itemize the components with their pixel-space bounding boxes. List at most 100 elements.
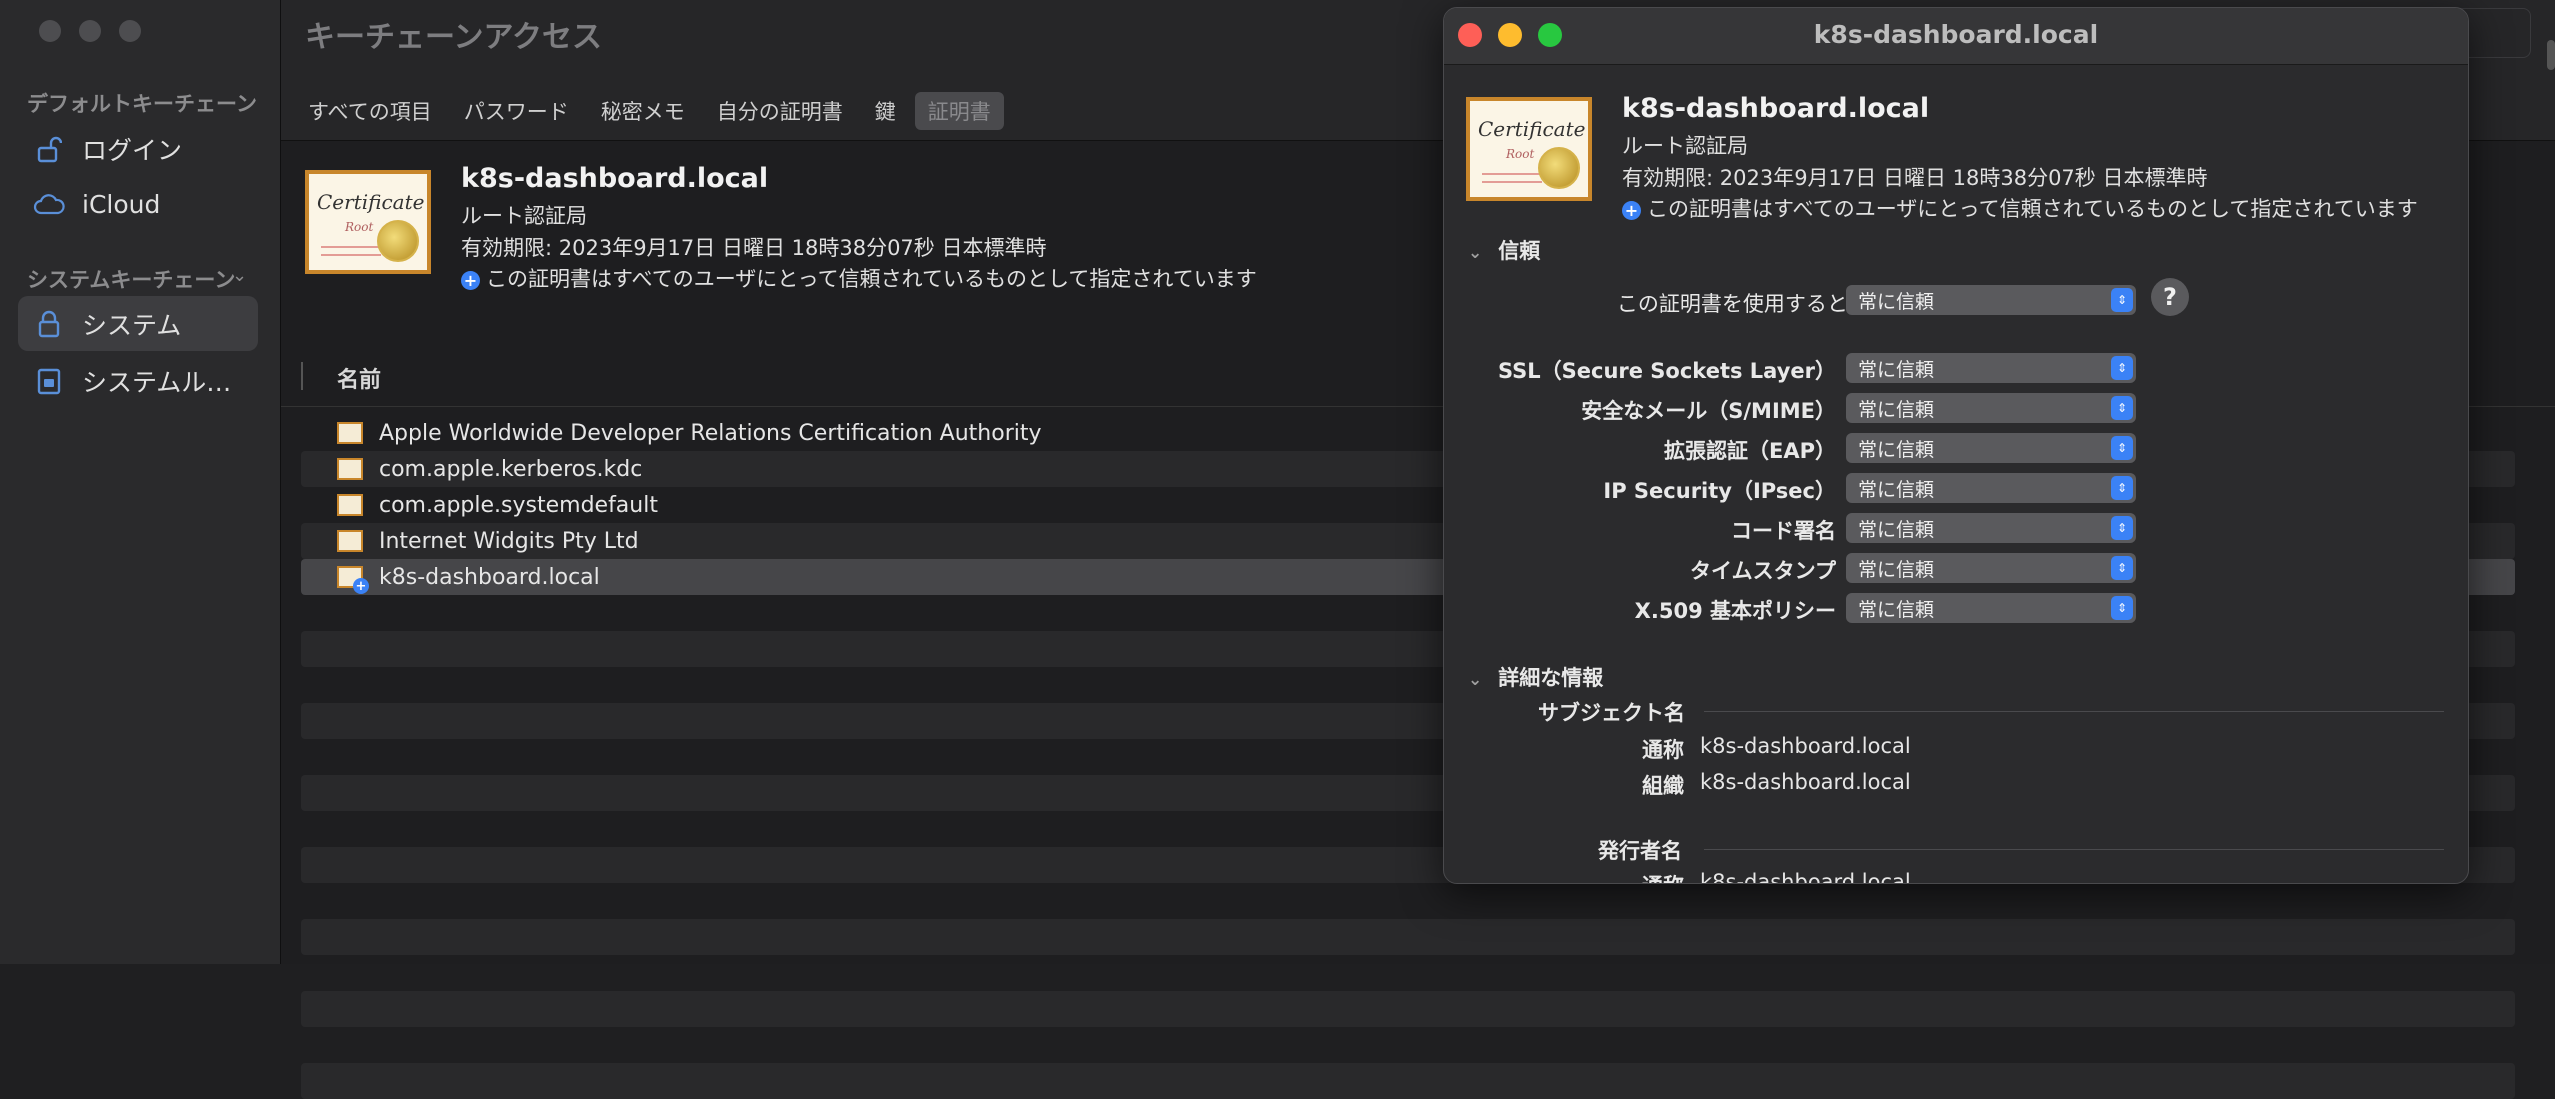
- subject-name-heading: サブジェクト名: [1538, 701, 1685, 725]
- certificate-icon-root: Root: [345, 220, 374, 234]
- divider: [1704, 849, 2444, 850]
- updown-chevron-icon: ⇕: [2111, 476, 2133, 500]
- popup-value: 常に信頼: [1858, 290, 1935, 313]
- sidebar-item-label: システム: [82, 310, 182, 340]
- certificate-icon: [337, 530, 363, 552]
- certificate-icon: [337, 458, 363, 480]
- dialog-cert-kind: ルート認証局: [1622, 134, 1748, 158]
- popup-value: 常に信頼: [1858, 438, 1935, 461]
- tab-passwords[interactable]: パスワード: [451, 92, 582, 130]
- sidebar-item-icloud[interactable]: iCloud: [18, 177, 258, 232]
- updown-chevron-icon: ⇕: [2111, 596, 2133, 620]
- popup-value: 常に信頼: [1858, 598, 1935, 621]
- tab-my-certificates[interactable]: 自分の証明書: [704, 92, 856, 130]
- popup-value: 常に信頼: [1858, 518, 1935, 541]
- certificate-seal-icon: [377, 220, 419, 262]
- dialog-titlebar: k8s-dashboard.local: [1444, 8, 2468, 65]
- subject-cn-value: k8s-dashboard.local: [1700, 734, 1911, 758]
- close-button-inactive[interactable]: [39, 20, 61, 42]
- summary-trust-text: この証明書はすべてのユーザにとって信頼されているものとして指定されています: [486, 267, 1257, 291]
- padlock-icon: [32, 307, 66, 341]
- trust-eap-popup[interactable]: 常に信頼 ⇕: [1846, 433, 2136, 463]
- trust-smime-popup[interactable]: 常に信頼 ⇕: [1846, 393, 2136, 423]
- trusted-plus-icon: +: [461, 270, 480, 290]
- trust-ssl-popup[interactable]: 常に信頼 ⇕: [1846, 353, 2136, 383]
- certificate-icon-word: Certificate: [1478, 117, 1586, 141]
- empty-row: [301, 955, 2515, 991]
- summary-expiry: 有効期限: 2023年9月17日 日曜日 18時38分07秒 日本標準時: [461, 236, 1047, 260]
- details-section-toggle[interactable]: ⌄ 詳細な情報: [1468, 662, 1603, 692]
- empty-row: [301, 991, 2515, 1027]
- tab-keys[interactable]: 鍵: [862, 92, 909, 130]
- popup-value: 常に信頼: [1858, 398, 1935, 421]
- certificate-seal-icon: [1538, 147, 1580, 189]
- certificate-icon-word: Certificate: [317, 190, 425, 214]
- list-item-label: Internet Widgits Pty Ltd: [379, 528, 639, 554]
- summary-title: k8s-dashboard.local: [461, 163, 769, 194]
- subject-cn-label: 通称: [1642, 738, 1684, 762]
- dialog-trust-note: + この証明書はすべてのユーザにとって信頼されているものとして指定されています: [1622, 193, 2418, 223]
- chevron-down-icon: ⌄: [1468, 243, 1483, 263]
- dialog-trust-text: この証明書はすべてのユーザにとって信頼されているものとして指定されています: [1647, 197, 2418, 221]
- updown-chevron-icon: ⇕: [2111, 516, 2133, 540]
- trusted-plus-icon: +: [1622, 200, 1641, 220]
- trust-x509-popup[interactable]: 常に信頼 ⇕: [1846, 593, 2136, 623]
- certificate-icon-line: [1482, 181, 1542, 183]
- certificate-icon: Certificate Root: [305, 170, 431, 274]
- trust-section-toggle[interactable]: ⌄ 信頼: [1468, 235, 1540, 265]
- trust-smime-label: 安全なメール（S/MIME）: [1581, 399, 1836, 423]
- updown-chevron-icon: ⇕: [2111, 436, 2133, 460]
- sidebar-item-login[interactable]: ログイン: [18, 121, 258, 176]
- empty-row: [301, 1027, 2515, 1063]
- cloud-lock-icon: [32, 188, 66, 222]
- when-using-popup[interactable]: 常に信頼 ⇕: [1846, 285, 2136, 315]
- trust-codesign-popup[interactable]: 常に信頼 ⇕: [1846, 513, 2136, 543]
- certificate-icon: [337, 422, 363, 444]
- sidebar-item-label: iCloud: [82, 190, 161, 219]
- updown-chevron-icon: ⇕: [2111, 288, 2133, 312]
- column-header-name[interactable]: 名前: [337, 362, 381, 394]
- list-item-label: com.apple.kerberos.kdc: [379, 456, 643, 482]
- updown-chevron-icon: ⇕: [2111, 356, 2133, 380]
- unlocked-padlock-icon: [32, 132, 66, 166]
- trusted-plus-icon: +: [353, 578, 369, 594]
- sidebar-item-system[interactable]: システム: [18, 296, 258, 351]
- popup-value: 常に信頼: [1858, 478, 1935, 501]
- certificate-icon: Certificate Root: [1466, 97, 1592, 201]
- chevron-down-icon: ⌄: [1468, 670, 1483, 690]
- dialog-content: Certificate Root k8s-dashboard.local ルート…: [1444, 65, 2468, 883]
- issuer-cn-value: k8s-dashboard.local: [1700, 870, 1911, 884]
- issuer-name-heading: 発行者名: [1598, 839, 1682, 863]
- tab-secure-notes[interactable]: 秘密メモ: [588, 92, 698, 130]
- column-separator: [301, 362, 303, 390]
- dialog-cert-expiry: 有効期限: 2023年9月17日 日曜日 18時38分07秒 日本標準時: [1622, 166, 2208, 190]
- popup-value: 常に信頼: [1858, 358, 1935, 381]
- empty-row: [301, 919, 2515, 955]
- trusted-certificate-icon: +: [337, 566, 369, 594]
- sidebar-item-label: ログイン: [82, 135, 183, 165]
- sidebar-item-label: システムル…: [82, 367, 232, 397]
- window-scrollbar[interactable]: [2547, 40, 2555, 70]
- certificate-icon-line: [1482, 173, 1542, 175]
- help-button[interactable]: ?: [2151, 278, 2189, 316]
- sidebar: デフォルトキーチェーン ログイン iCloud システムキーチェーン ⌄ システ…: [0, 0, 281, 964]
- sidebar-item-system-roots[interactable]: システムル…: [18, 353, 258, 408]
- updown-chevron-icon: ⇕: [2111, 556, 2133, 580]
- minimize-button-inactive[interactable]: [79, 20, 101, 42]
- tab-all-items[interactable]: すべての項目: [295, 92, 445, 130]
- divider: [1704, 711, 2444, 712]
- empty-row: [301, 1063, 2515, 1099]
- list-item-label: Apple Worldwide Developer Relations Cert…: [379, 420, 1042, 446]
- sidebar-section-system: システムキーチェーン: [27, 268, 236, 292]
- window-title: キーチェーンアクセス: [305, 20, 602, 55]
- dialog-cert-name: k8s-dashboard.local: [1622, 93, 1930, 124]
- chevron-down-icon[interactable]: ⌄: [232, 265, 247, 286]
- tab-certificates[interactable]: 証明書: [914, 92, 1004, 130]
- trust-section-label: 信頼: [1498, 239, 1541, 263]
- trust-ipsec-popup[interactable]: 常に信頼 ⇕: [1846, 473, 2136, 503]
- zoom-button-inactive[interactable]: [119, 20, 141, 42]
- trust-ssl-label: SSL（Secure Sockets Layer）: [1497, 359, 1836, 383]
- empty-row: [301, 883, 2515, 919]
- trust-timestamp-popup[interactable]: 常に信頼 ⇕: [1846, 553, 2136, 583]
- popup-value: 常に信頼: [1858, 558, 1935, 581]
